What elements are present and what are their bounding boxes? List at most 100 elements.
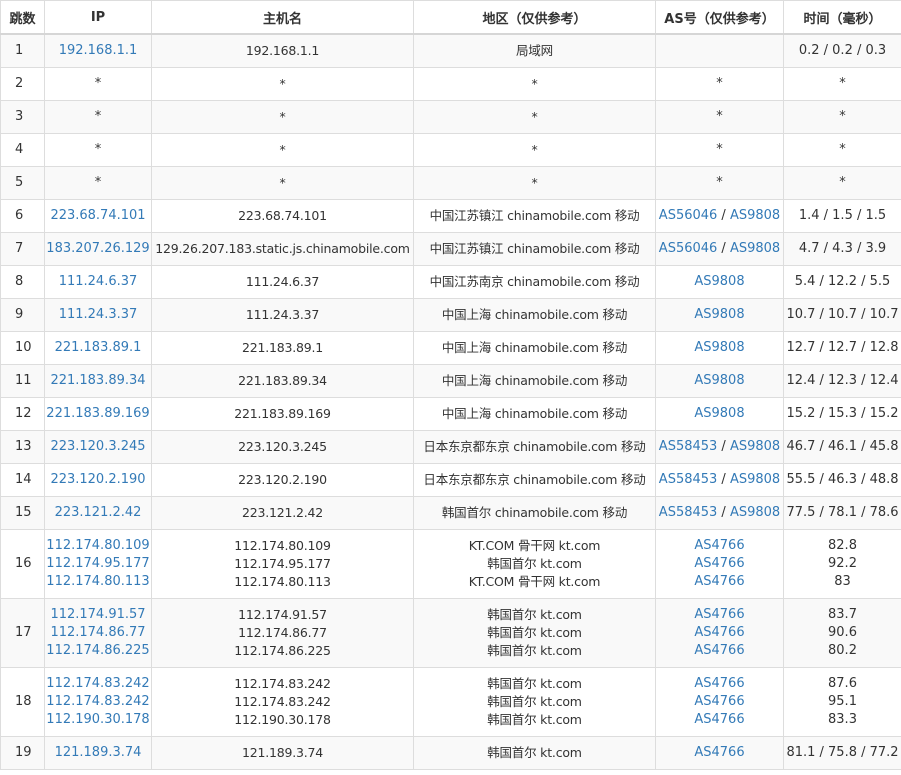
host-text: 112.174.80.113	[234, 573, 331, 589]
as-link[interactable]: AS9808	[730, 472, 780, 487]
ip-link[interactable]: 221.183.89.1	[46, 339, 151, 357]
ip-link[interactable]: 223.68.74.101	[46, 207, 151, 225]
ip-link[interactable]: 221.183.89.34	[46, 372, 151, 390]
as-line: AS4766	[657, 555, 783, 573]
location-cell: 中国江苏南京 chinamobile.com 移动	[413, 264, 656, 299]
time-text: 92.2	[828, 555, 857, 571]
as-link[interactable]: AS58453	[659, 505, 718, 520]
as-link[interactable]: AS4766	[694, 574, 744, 589]
as-line: AS4766	[657, 693, 783, 711]
table-row: 19 121.189.3.74 121.189.3.74 韩国首尔 kt.com AS4…	[0, 735, 901, 770]
ip-link[interactable]: 112.174.91.57	[46, 606, 151, 624]
ip-cell: *	[44, 165, 152, 200]
as-link[interactable]: AS9808	[730, 208, 780, 223]
ip-link[interactable]: 112.174.86.77	[46, 624, 151, 642]
host-text: *	[279, 174, 286, 190]
ip-link[interactable]: 112.174.95.177	[46, 555, 151, 573]
ip-cell: 223.120.2.190	[44, 462, 152, 497]
as-link[interactable]: AS4766	[694, 712, 744, 727]
ip-link[interactable]: 221.183.89.169	[46, 405, 151, 423]
ip-link[interactable]: 121.189.3.74	[46, 744, 151, 762]
time-cell: 46.7 / 46.1 / 45.8	[783, 429, 901, 464]
location-text: 中国江苏镇江 chinamobile.com 移动	[429, 240, 640, 256]
as-link[interactable]: AS56046	[659, 241, 718, 256]
ip-link[interactable]: 223.121.2.42	[46, 504, 151, 522]
as-link[interactable]: AS56046	[659, 208, 718, 223]
as-link[interactable]: AS9808	[730, 241, 780, 256]
table-row: 13 223.120.3.245 223.120.3.245 日本东京都东京 chin…	[0, 429, 901, 464]
as-link[interactable]: AS4766	[694, 676, 744, 691]
host-cell: 221.183.89.169	[151, 396, 414, 431]
as-link[interactable]: AS4766	[694, 625, 744, 640]
as-line: AS9808	[657, 405, 783, 423]
as-link[interactable]: AS58453	[659, 439, 718, 454]
as-separator: /	[717, 240, 730, 256]
location-cell: 日本东京都东京 chinamobile.com 移动	[413, 462, 656, 497]
header-location: 地区（仅供参考）	[413, 0, 656, 35]
ip-link[interactable]: 112.174.80.109	[46, 537, 151, 555]
host-text: 112.190.30.178	[234, 711, 331, 727]
location-text: 中国上海 chinamobile.com 移动	[441, 339, 628, 355]
ip-cell: 112.174.83.242 112.174.83.242 112.190.30.1…	[44, 666, 152, 737]
as-link[interactable]: AS9808	[694, 307, 744, 322]
host-text: 221.183.89.169	[234, 405, 331, 421]
table-row: 1 192.168.1.1 192.168.1.1 局域网 0.2 / 0.2 / 0…	[0, 33, 901, 68]
ip-link[interactable]: 111.24.6.37	[46, 273, 151, 291]
as-link[interactable]: AS4766	[694, 556, 744, 571]
hop-number: 19	[0, 735, 45, 770]
as-placeholder: *	[716, 108, 723, 124]
location-text: 日本东京都东京 chinamobile.com 移动	[423, 438, 646, 454]
ip-link[interactable]: 112.174.83.242	[46, 675, 151, 693]
ip-link[interactable]: 112.190.30.178	[46, 711, 151, 729]
ip-link[interactable]: 192.168.1.1	[46, 42, 151, 60]
ip-placeholder: *	[94, 108, 102, 124]
table-row: 8 111.24.6.37 111.24.6.37 中国江苏南京 chinamobil…	[0, 264, 901, 299]
location-cell: KT.COM 骨干网 kt.com 韩国首尔 kt.com KT.COM 骨干网 k…	[413, 528, 656, 599]
as-cell: AS4766 AS4766 AS4766	[655, 528, 784, 599]
table-row: 17 112.174.91.57 112.174.86.77 112.174.86.2…	[0, 597, 901, 668]
as-separator: /	[717, 471, 730, 487]
as-link[interactable]: AS4766	[694, 607, 744, 622]
as-link[interactable]: AS4766	[694, 643, 744, 658]
as-cell: *	[655, 165, 784, 200]
hop-number: 6	[0, 198, 45, 233]
hop-number: 12	[0, 396, 45, 431]
ip-link[interactable]: 183.207.26.129	[46, 240, 151, 258]
hop-number: 8	[0, 264, 45, 299]
ip-cell: *	[44, 66, 152, 101]
location-cell: *	[413, 66, 656, 101]
hop-number: 15	[0, 495, 45, 530]
host-cell: 112.174.80.109 112.174.95.177 112.174.80.1…	[151, 528, 414, 599]
time-cell: *	[783, 132, 901, 167]
header-as: AS号（仅供参考）	[655, 0, 784, 35]
location-text: 韩国首尔 chinamobile.com 移动	[441, 504, 628, 520]
as-link[interactable]: AS9808	[694, 406, 744, 421]
as-link[interactable]: AS58453	[659, 472, 718, 487]
as-link[interactable]: AS4766	[694, 538, 744, 553]
as-line: *	[657, 108, 783, 126]
as-link[interactable]: AS9808	[730, 505, 780, 520]
as-link[interactable]: AS9808	[730, 439, 780, 454]
as-link[interactable]: AS9808	[694, 274, 744, 289]
ip-link[interactable]: 112.174.83.242	[46, 693, 151, 711]
time-text: 15.2 / 15.3 / 15.2	[786, 405, 899, 421]
location-text: *	[531, 174, 538, 190]
location-text: 韩国首尔 kt.com	[487, 693, 582, 709]
ip-cell: *	[44, 132, 152, 167]
location-cell: 韩国首尔 chinamobile.com 移动	[413, 495, 656, 530]
as-link[interactable]: AS9808	[694, 373, 744, 388]
as-cell: AS9808	[655, 363, 784, 398]
host-text: 223.120.3.245	[238, 438, 327, 454]
table-row: 14 223.120.2.190 223.120.2.190 日本东京都东京 chin…	[0, 462, 901, 497]
ip-link[interactable]: 223.120.3.245	[46, 438, 151, 456]
ip-link[interactable]: 112.174.80.113	[46, 573, 151, 591]
time-cell: 10.7 / 10.7 / 10.7	[783, 297, 901, 332]
as-link[interactable]: AS4766	[694, 694, 744, 709]
ip-link[interactable]: 111.24.3.37	[46, 306, 151, 324]
ip-link[interactable]: 112.174.86.225	[46, 642, 151, 660]
time-text: 80.2	[828, 642, 857, 658]
as-link[interactable]: AS4766	[694, 745, 744, 760]
as-link[interactable]: AS9808	[694, 340, 744, 355]
ip-link[interactable]: 223.120.2.190	[46, 471, 151, 489]
ip-cell: 223.68.74.101	[44, 198, 152, 233]
